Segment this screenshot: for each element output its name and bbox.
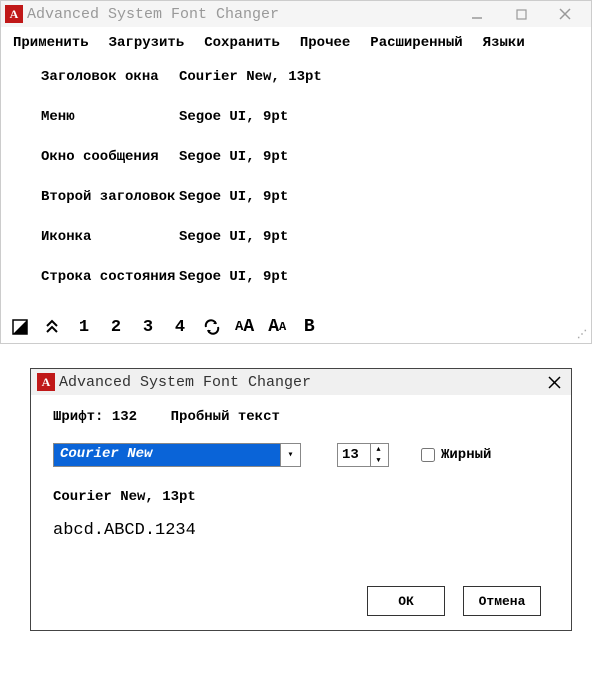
sample-label: Пробный текст bbox=[171, 409, 280, 425]
font-row[interactable]: Второй заголовок Segoe UI, 9pt bbox=[11, 189, 581, 205]
menubar: Применить Загрузить Сохранить Прочее Рас… bbox=[1, 27, 591, 59]
row-value: Segoe UI, 9pt bbox=[179, 109, 288, 125]
row-label: Окно сообщения bbox=[11, 149, 179, 165]
font-dialog: A Advanced System Font Changer Шрифт: 13… bbox=[30, 368, 572, 631]
app-icon: A bbox=[37, 373, 55, 391]
dialog-close-button[interactable] bbox=[544, 376, 565, 389]
sample-text: abcd.ABCD.1234 bbox=[53, 521, 549, 540]
minimize-button[interactable] bbox=[467, 4, 487, 24]
preset-4-button[interactable]: 4 bbox=[171, 318, 189, 337]
dialog-header: Шрифт: 132 Пробный текст bbox=[53, 409, 549, 425]
bold-checkbox-group: Жирный bbox=[421, 447, 491, 463]
contrast-icon[interactable] bbox=[11, 319, 29, 335]
bold-icon[interactable]: B bbox=[300, 317, 318, 337]
dialog-controls: Courier New ▾ ▲ ▼ Жирный bbox=[53, 443, 549, 467]
dialog-title: Advanced System Font Changer bbox=[59, 374, 544, 391]
row-label: Строка состояния bbox=[11, 269, 179, 285]
refresh-icon[interactable] bbox=[203, 319, 221, 335]
row-label: Второй заголовок bbox=[11, 189, 179, 205]
toolbar: 1 2 3 4 AA AA B ⋰ bbox=[1, 311, 591, 343]
preset-3-button[interactable]: 3 bbox=[139, 318, 157, 337]
size-input[interactable] bbox=[338, 444, 370, 466]
double-up-icon[interactable] bbox=[43, 319, 61, 335]
dialog-buttons: ОК Отмена bbox=[53, 586, 549, 616]
menu-advanced[interactable]: Расширенный bbox=[370, 35, 462, 51]
main-titlebar: A Advanced System Font Changer bbox=[1, 1, 591, 27]
font-row[interactable]: Строка состояния Segoe UI, 9pt bbox=[11, 269, 581, 285]
bold-checkbox[interactable] bbox=[421, 448, 435, 462]
font-preview-label: Courier New, 13pt bbox=[53, 489, 549, 505]
font-label: Шрифт: bbox=[53, 409, 103, 425]
font-combobox[interactable]: Courier New ▾ bbox=[53, 443, 301, 467]
menu-save[interactable]: Сохранить bbox=[204, 35, 280, 51]
resize-grip[interactable]: ⋰ bbox=[577, 329, 587, 341]
row-label: Меню bbox=[11, 109, 179, 125]
row-value: Segoe UI, 9pt bbox=[179, 149, 288, 165]
preset-1-button[interactable]: 1 bbox=[75, 318, 93, 337]
main-window-title: Advanced System Font Changer bbox=[27, 6, 467, 23]
menu-load[interactable]: Загрузить bbox=[109, 35, 185, 51]
close-button[interactable] bbox=[555, 4, 575, 24]
dropdown-arrow-icon[interactable]: ▾ bbox=[280, 444, 300, 466]
size-spinner[interactable]: ▲ ▼ bbox=[337, 443, 389, 467]
row-value: Segoe UI, 9pt bbox=[179, 189, 288, 205]
font-row[interactable]: Иконка Segoe UI, 9pt bbox=[11, 229, 581, 245]
app-icon: A bbox=[5, 5, 23, 23]
spin-down-icon[interactable]: ▼ bbox=[371, 455, 386, 466]
font-list: Заголовок окна Courier New, 13pt Меню Se… bbox=[1, 59, 591, 311]
font-row[interactable]: Меню Segoe UI, 9pt bbox=[11, 109, 581, 125]
dialog-body: Шрифт: 132 Пробный текст Courier New ▾ ▲… bbox=[31, 395, 571, 630]
row-value: Segoe UI, 9pt bbox=[179, 229, 288, 245]
preset-2-button[interactable]: 2 bbox=[107, 318, 125, 337]
row-label: Заголовок окна bbox=[11, 69, 179, 85]
menu-languages[interactable]: Языки bbox=[483, 35, 525, 51]
row-value: Segoe UI, 9pt bbox=[179, 269, 288, 285]
window-controls bbox=[467, 4, 587, 24]
ok-button[interactable]: ОК bbox=[367, 586, 445, 616]
main-window: A Advanced System Font Changer Применить… bbox=[0, 0, 592, 344]
spin-up-icon[interactable]: ▲ bbox=[371, 444, 386, 455]
font-size-large-icon[interactable]: AA bbox=[235, 317, 254, 337]
row-label: Иконка bbox=[11, 229, 179, 245]
cancel-button[interactable]: Отмена bbox=[463, 586, 541, 616]
menu-other[interactable]: Прочее bbox=[300, 35, 350, 51]
maximize-button[interactable] bbox=[511, 4, 531, 24]
font-size-small-icon[interactable]: AA bbox=[268, 317, 286, 337]
font-row[interactable]: Заголовок окна Courier New, 13pt bbox=[11, 69, 581, 85]
font-row[interactable]: Окно сообщения Segoe UI, 9pt bbox=[11, 149, 581, 165]
font-count: 132 bbox=[112, 409, 137, 425]
menu-apply[interactable]: Применить bbox=[13, 35, 89, 51]
dialog-titlebar: A Advanced System Font Changer bbox=[31, 369, 571, 395]
spinner-arrows: ▲ ▼ bbox=[370, 444, 386, 466]
bold-label: Жирный bbox=[441, 447, 491, 463]
row-value: Courier New, 13pt bbox=[179, 69, 322, 85]
font-selected: Courier New bbox=[54, 444, 280, 466]
